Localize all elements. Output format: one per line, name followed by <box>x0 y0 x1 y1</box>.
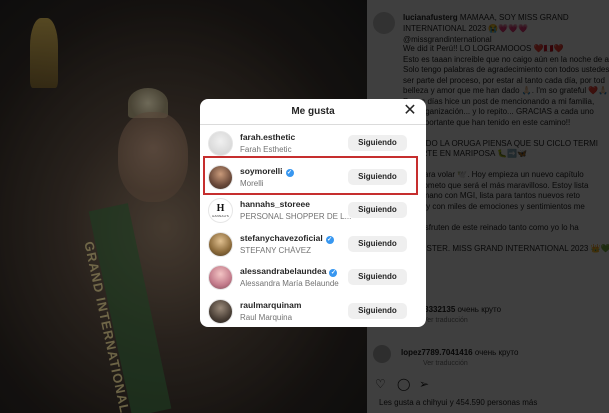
post-actions: ♡ ◯ ➢ <box>373 377 609 391</box>
list-item: farah.esthetic Farah Esthetic Siguiendo <box>200 126 426 160</box>
caption-line: belleza y amor que me han dado 🙏🏻. I'm s… <box>403 86 609 95</box>
share-icon[interactable]: ➢ <box>419 377 429 391</box>
following-button[interactable]: Siguiendo <box>348 302 407 319</box>
modal-header: Me gusta ✕ <box>200 99 426 125</box>
verified-icon: ✓ <box>325 235 334 244</box>
username[interactable]: hannahs_storeee <box>240 199 310 209</box>
following-button[interactable]: Siguiendo <box>348 269 407 285</box>
caption-line: NVIERTE EN MARIPOSA 🐛➡️🦋 <box>403 149 527 158</box>
avatar[interactable] <box>208 298 233 324</box>
caption-line: tan importante que han tenido en este ca… <box>403 117 571 127</box>
caption-line: NA FUSTER. MISS GRAND INTERNATIONAL 2023… <box>403 243 609 253</box>
caption-line: Solo tengo palabras de agradecimiento co… <box>403 65 609 74</box>
likes-summary[interactable]: Les gusta a chihyui y 454.590 personas m… <box>379 398 537 407</box>
username-wrap[interactable]: stefanychavezoficial ✓ <box>240 233 334 244</box>
list-item: alessandrabelaundea ✓ Alessandra María Be… <box>200 260 426 294</box>
caption-line: a feliz y con miles de emociones y senti… <box>403 201 585 211</box>
caption-line <box>403 128 609 139</box>
author-avatar[interactable] <box>373 12 395 34</box>
heart-icon[interactable]: ♡ <box>375 377 386 391</box>
caption-line: que disfruten de este reinado tanto como… <box>403 222 579 232</box>
caption-line: CUANDO LA ORUGA PIENSA QUE SU CICLO TERM… <box>403 138 599 148</box>
following-button[interactable]: Siguiendo <box>348 235 407 252</box>
translate-link[interactable]: Ver traducción <box>423 360 468 367</box>
modal-title: Me gusta <box>291 106 335 117</box>
caption-line: ser parte del proceso, por estar al tant… <box>403 75 605 85</box>
following-button[interactable]: Siguiendo <box>348 168 407 185</box>
caption-line <box>403 212 609 223</box>
username[interactable]: farah.esthetic <box>240 132 295 142</box>
avatar[interactable] <box>208 131 233 156</box>
caption-line <box>403 160 609 171</box>
caption-line: de la mano con MGI, lista para tantos nu… <box>403 191 580 200</box>
caption-line: lista para volar 🕊️. Hoy empieza un nuev… <box>403 170 584 179</box>
username[interactable]: soymorelli <box>240 166 283 176</box>
verified-icon: ✓ <box>285 168 294 177</box>
commenter-avatar[interactable] <box>373 345 391 363</box>
likes-modal: Me gusta ✕ farah.esthetic Farah Esthetic… <box>200 99 426 327</box>
username[interactable]: raulmarquinam <box>240 300 301 310</box>
list-item: H HANNAH'S hannahs_storeee PERSONAL SHOP… <box>200 193 426 227</box>
instagram-post-view: GRAND INTERNATIONAL lucianafusterg MAMAA… <box>0 0 609 413</box>
avatar[interactable] <box>208 164 233 190</box>
avatar[interactable] <box>208 265 233 290</box>
trophy-shape <box>30 18 58 88</box>
post-caption: We did it Perú!! LO LOGRAMOOOS ❤️🇵🇪❤️ Es… <box>403 44 609 254</box>
author-username[interactable]: lucianafusterg <box>403 13 458 22</box>
translate-link[interactable]: Ver traducción <box>423 317 468 324</box>
caption-line: Pocos días hice un post de mencionando a… <box>403 96 595 106</box>
list-item: soymorelli ✓ Morelli Siguiendo <box>200 160 426 194</box>
comment-icon[interactable]: ◯ <box>397 377 410 391</box>
full-name: Farah Esthetic <box>240 145 292 154</box>
full-name: Alessandra María Belaunde <box>240 279 339 288</box>
verified-icon: ✓ <box>329 269 338 277</box>
comment-text: очень круто <box>474 348 519 357</box>
avatar[interactable] <box>208 231 233 257</box>
close-icon[interactable]: ✕ <box>402 103 418 119</box>
avatar[interactable]: H HANNAH'S <box>208 198 233 223</box>
full-name: Morelli <box>240 178 264 188</box>
full-name: STEFANY CHÁVEZ <box>240 245 311 255</box>
caption-line: a la organización... y lo repito... GRAC… <box>403 107 594 116</box>
likes-list: farah.esthetic Farah Esthetic Siguiendo … <box>200 126 426 327</box>
caption-line: me prometo que será el más maravilloso. … <box>403 180 589 190</box>
username-wrap[interactable]: soymorelli ✓ <box>240 166 294 177</box>
full-name: PERSONAL SHOPPER DE L... <box>240 212 352 221</box>
username[interactable]: alessandrabelaundea <box>240 266 326 276</box>
list-item: stefanychavezoficial ✓ STEFANY CHÁVEZ Sig… <box>200 227 426 261</box>
comment-text: очень круто <box>457 305 502 314</box>
commenter-username[interactable]: lopez7789.7041416 <box>401 348 473 357</box>
username-wrap[interactable]: alessandrabelaundea ✓ <box>240 266 338 277</box>
caption-line: We did it Perú!! LO LOGRAMOOOS ❤️🇵🇪❤️ <box>403 44 564 53</box>
caption-line <box>403 233 609 244</box>
brand-logo-letter: H <box>216 203 225 214</box>
username[interactable]: stefanychavezoficial <box>240 233 323 243</box>
list-item: raulmarquinam Raul Marquina Siguiendo <box>200 294 426 328</box>
brand-logo-text: HANNAH'S <box>212 214 229 218</box>
following-button[interactable]: Siguiendo <box>348 135 407 151</box>
caption-line: Esto es taaan increible que no caigo aún… <box>403 54 609 64</box>
following-button[interactable]: Siguiendo <box>348 202 407 218</box>
face-shape <box>118 112 188 202</box>
full-name: Raul Marquina <box>240 312 293 322</box>
